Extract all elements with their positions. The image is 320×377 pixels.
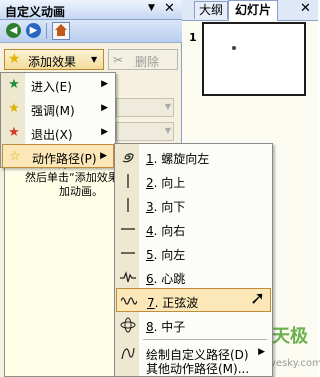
delete-label: 删除 <box>135 55 160 69</box>
submenu-arrow-icon: ▶ <box>258 347 265 357</box>
back-arrow-icon[interactable]: ◀ <box>6 23 21 38</box>
submenu-arrow-icon: ▶ <box>101 79 108 89</box>
delete-icon: ✂ <box>113 53 124 67</box>
menu-item-up[interactable]: 2. 向上 <box>116 169 271 193</box>
slides-tab-strip: 大纲 幻灯片 ✕ <box>182 0 318 21</box>
menu-item-other-paths[interactable]: 其他动作路径(M)... <box>116 358 271 376</box>
nav-divider <box>46 23 47 39</box>
start-select: ▼ <box>116 98 174 117</box>
delete-button: ✂ 删除 <box>108 49 178 70</box>
menu-divider <box>143 339 267 340</box>
star-icon: ★ <box>8 51 21 67</box>
line-left-icon <box>120 245 136 261</box>
menu-item-right[interactable]: 4. 向右 <box>116 217 271 241</box>
red-star-icon: ★ <box>8 125 20 140</box>
menu-item-neutron[interactable]: 8. 中子 <box>116 313 271 337</box>
property-select: ▼ <box>116 122 174 141</box>
line-right-icon <box>120 221 136 237</box>
menu-item-down[interactable]: 3. 向下 <box>116 193 271 217</box>
pane-close-icon[interactable]: ✕ <box>164 1 175 16</box>
menu-item-heartbeat[interactable]: 6. 心跳 <box>116 265 271 289</box>
slide-number: 1 <box>189 31 197 44</box>
line-down-icon <box>120 197 136 213</box>
line-up-icon <box>120 173 136 189</box>
motion-path-menu: 1. 螺旋向左 2. 向上 3. 向下 4. 向右 5. 向左 6. 心跳 7.… <box>114 143 273 377</box>
slide-thumbnail[interactable] <box>202 22 306 96</box>
menu-item-spiral-left[interactable]: 1. 螺旋向左 <box>116 145 271 169</box>
add-effect-button[interactable]: ★ 添加效果 ▼ <box>4 49 104 70</box>
spiral-icon <box>120 149 136 165</box>
submenu-arrow-icon: ▶ <box>101 127 108 137</box>
heartbeat-icon <box>120 269 136 285</box>
add-effect-menu: ★ 进入(E) ▶ ★ 强调(M) ▶ ★ 退出(X) ▶ ☆ 动作路径(P) … <box>0 72 116 168</box>
menu-item-exit[interactable]: ★ 退出(X) ▶ <box>2 121 114 145</box>
pane-title-bar: 自定义动画 ▼ ✕ <box>0 0 182 20</box>
menu-item-sine-wave[interactable]: 7. 正弦波 <box>116 288 271 312</box>
forward-arrow-icon[interactable]: ▶ <box>26 23 41 38</box>
path-star-icon: ☆ <box>9 149 21 164</box>
submenu-arrow-icon: ▶ <box>101 103 108 113</box>
menu-item-left[interactable]: 5. 向左 <box>116 241 271 265</box>
sine-wave-icon <box>120 293 138 309</box>
menu-item-emphasis[interactable]: ★ 强调(M) ▶ <box>2 97 114 121</box>
add-effect-label: 添加效果 <box>28 55 77 69</box>
menu-item-motion-path[interactable]: ☆ 动作路径(P) ▶ <box>2 144 114 168</box>
tab-outline[interactable]: 大纲 <box>194 1 228 19</box>
yellow-star-icon: ★ <box>8 101 20 116</box>
chevron-down-icon: ▼ <box>91 55 98 64</box>
pane-close-icon[interactable]: ✕ <box>300 1 311 16</box>
pane-nav-bar: ◀ ▶ <box>0 20 182 43</box>
pane-menu-dropdown-icon[interactable]: ▼ <box>148 3 155 13</box>
tab-slides[interactable]: 幻灯片 <box>228 0 278 21</box>
mouse-cursor-icon: ➚ <box>250 288 266 309</box>
neutron-icon <box>120 317 136 333</box>
watermark-url: yesky.com <box>270 358 320 369</box>
watermark-brand: 天极 <box>272 326 308 347</box>
submenu-arrow-icon: ▶ <box>100 151 107 161</box>
green-star-icon: ★ <box>8 77 20 92</box>
pane-title: 自定义动画 <box>5 5 66 19</box>
menu-item-entrance[interactable]: ★ 进入(E) ▶ <box>2 73 114 97</box>
slide-object <box>232 46 236 50</box>
home-icon[interactable] <box>52 22 70 40</box>
